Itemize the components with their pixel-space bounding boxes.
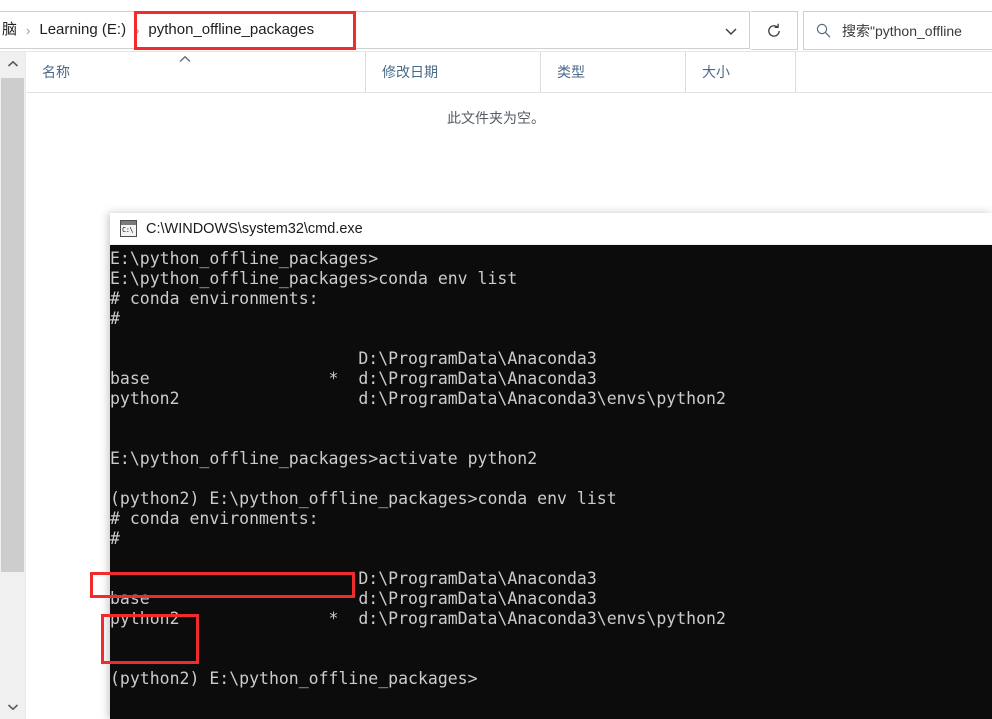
cmd-console-line bbox=[110, 709, 726, 719]
cmd-console-line: D:\ProgramData\Anaconda3 bbox=[110, 569, 597, 588]
cmd-console-line bbox=[110, 649, 726, 669]
cmd-console-line: # conda environments: bbox=[110, 509, 319, 528]
crumb-this-pc[interactable]: 脑 bbox=[0, 12, 19, 48]
column-header-size[interactable]: 大小 bbox=[685, 52, 795, 92]
cmd-window[interactable]: C:\ C:\WINDOWS\system32\cmd.exe E:\pytho… bbox=[110, 213, 992, 719]
cmd-console-line: # conda environments: bbox=[110, 289, 319, 308]
breadcrumb-separator-icon-2[interactable]: › bbox=[128, 23, 146, 38]
cmd-console-line: # bbox=[110, 529, 120, 548]
cmd-console-line: E:\python_offline_packages>conda env lis… bbox=[110, 269, 518, 288]
refresh-icon bbox=[765, 22, 783, 40]
crumb-learning-drive[interactable]: Learning (E:) bbox=[37, 12, 128, 48]
cmd-console-lines: E:\python_offline_packages> E:\python_off… bbox=[110, 249, 726, 719]
breadcrumb-separator-icon[interactable]: › bbox=[19, 23, 37, 38]
cmd-console-output[interactable]: E:\python_offline_packages> E:\python_off… bbox=[110, 245, 992, 719]
column-header-name[interactable]: 名称 bbox=[26, 52, 365, 92]
search-input[interactable]: 搜索"python_offline bbox=[803, 11, 992, 50]
cmd-console-line: (python2) E:\python_offline_packages>con… bbox=[110, 489, 617, 508]
cmd-console-line: (python2) E:\python_offline_packages> bbox=[110, 669, 478, 688]
cmd-console-line: E:\python_offline_packages> bbox=[110, 249, 379, 268]
cmd-console-line bbox=[110, 549, 726, 569]
cmd-console-line: base * d:\ProgramData\Anaconda3 bbox=[110, 369, 597, 388]
crumb-current-folder[interactable]: python_offline_packages bbox=[146, 12, 316, 48]
empty-folder-message: 此文件夹为空。 bbox=[447, 110, 545, 126]
cmd-console-icon: C:\ bbox=[120, 220, 137, 237]
cmd-title-bar[interactable]: C:\ C:\WINDOWS\system32\cmd.exe bbox=[110, 213, 992, 245]
scrollbar-down-button[interactable] bbox=[0, 695, 25, 719]
column-header-blank[interactable] bbox=[795, 52, 992, 92]
file-list-column-headers: 名称 修改日期 类型 大小 bbox=[26, 52, 992, 93]
sort-ascending-icon bbox=[178, 55, 192, 63]
cmd-console-line: python2 * d:\ProgramData\Anaconda3\envs\… bbox=[110, 609, 726, 628]
cmd-window-title: C:\WINDOWS\system32\cmd.exe bbox=[146, 220, 363, 237]
cmd-console-line: python2 d:\ProgramData\Anaconda3\envs\py… bbox=[110, 389, 726, 408]
column-header-date-modified[interactable]: 修改日期 bbox=[365, 52, 540, 92]
chevron-down-icon[interactable] bbox=[712, 12, 750, 49]
cmd-console-line: # bbox=[110, 309, 120, 328]
explorer-address-bar: 脑 › Learning (E:) › python_offline_packa… bbox=[0, 0, 992, 52]
scrollbar-up-button[interactable] bbox=[0, 52, 25, 76]
screen: 脑 › Learning (E:) › python_offline_packa… bbox=[0, 0, 992, 719]
cmd-console-line bbox=[110, 429, 726, 449]
navigation-pane-scrollbar[interactable] bbox=[0, 52, 26, 719]
cmd-console-line: E:\python_offline_packages>activate pyth… bbox=[110, 449, 538, 468]
cmd-console-line: base d:\ProgramData\Anaconda3 bbox=[110, 589, 597, 608]
cmd-console-line bbox=[110, 629, 726, 649]
cmd-icon-glyph: C:\ bbox=[122, 226, 134, 234]
cmd-console-line bbox=[110, 329, 726, 349]
breadcrumb[interactable]: 脑 › Learning (E:) › python_offline_packa… bbox=[0, 11, 750, 49]
cmd-console-line: D:\ProgramData\Anaconda3 bbox=[110, 349, 597, 368]
scrollbar-thumb[interactable] bbox=[1, 78, 24, 572]
refresh-button[interactable] bbox=[751, 11, 798, 50]
search-input-text: 搜索"python_offline bbox=[842, 22, 962, 39]
cmd-console-line bbox=[110, 469, 726, 489]
search-icon bbox=[804, 22, 842, 39]
cmd-console-line bbox=[110, 409, 726, 429]
cmd-console-line bbox=[110, 689, 726, 709]
column-header-type[interactable]: 类型 bbox=[540, 52, 685, 92]
